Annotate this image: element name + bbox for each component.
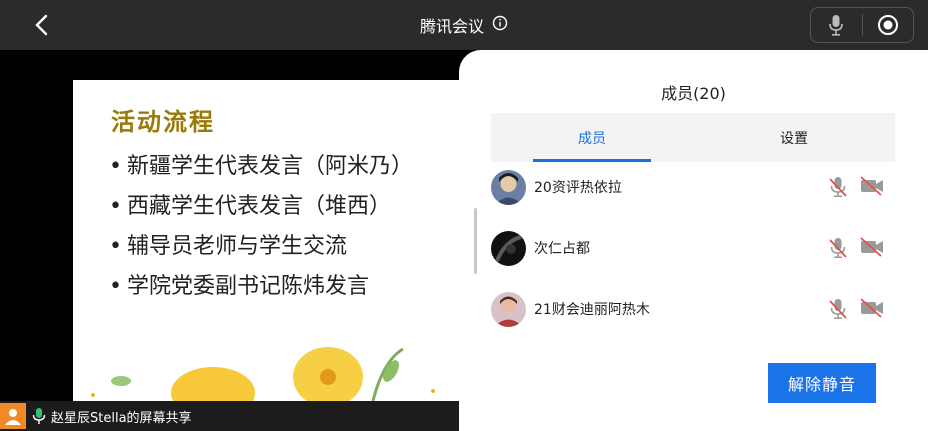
tab-members[interactable]: 成员 bbox=[491, 113, 693, 162]
camera-off-icon[interactable] bbox=[859, 298, 885, 320]
top-controls bbox=[810, 7, 914, 43]
member-row[interactable]: 次仁占都 bbox=[491, 228, 895, 268]
mic-muted-icon[interactable] bbox=[829, 298, 847, 320]
info-icon[interactable] bbox=[492, 15, 508, 35]
flower-decoration bbox=[91, 347, 435, 401]
camera-off-icon[interactable] bbox=[859, 176, 885, 198]
slide-list: • 新疆学生代表发言（阿米乃） • 西藏学生代表发言（堆西） • 辅导员老师与学生交流… bbox=[109, 152, 413, 312]
panel-title: 成员(20) bbox=[661, 84, 726, 103]
avatar bbox=[491, 230, 526, 266]
member-name: 20资评热依拉 bbox=[534, 180, 622, 196]
screen-share-bar: 赵星辰Stella的屏幕共享 bbox=[0, 401, 460, 431]
avatar bbox=[491, 169, 526, 205]
back-button[interactable] bbox=[26, 10, 56, 40]
user-icon bbox=[5, 409, 21, 425]
member-name: 21财会迪丽阿热木 bbox=[534, 302, 650, 318]
unmute-button[interactable]: 解除静音 bbox=[768, 363, 876, 403]
panel-tabs: 成员 设置 bbox=[491, 113, 895, 162]
members-panel: 成员(20) 成员 设置 20资评热依拉 次仁占都 21财会迪丽阿热木 解除静音 bbox=[459, 50, 928, 431]
slide-item: • 辅导员老师与学生交流 bbox=[109, 234, 348, 259]
slide-title: 活动流程 bbox=[111, 108, 215, 136]
microphone-icon bbox=[829, 15, 844, 36]
chevron-left-icon bbox=[35, 14, 48, 36]
camera-off-icon[interactable] bbox=[859, 237, 885, 259]
avatar bbox=[491, 291, 526, 327]
slide-item: • 西藏学生代表发言（堆西） bbox=[109, 194, 392, 219]
record-button[interactable] bbox=[863, 8, 914, 42]
share-label: 赵星辰Stella的屏幕共享 bbox=[51, 410, 192, 426]
top-bar: 腾讯会议 bbox=[0, 0, 928, 50]
record-icon bbox=[877, 15, 898, 35]
member-name: 次仁占都 bbox=[534, 241, 590, 257]
scrollbar[interactable] bbox=[474, 208, 477, 274]
app-title: 腾讯会议 bbox=[419, 17, 484, 36]
slide-item: • 学院党委副书记陈炜发言 bbox=[109, 274, 370, 299]
shared-screen: 活动流程 • 新疆学生代表发言（阿米乃） • 西藏学生代表发言（堆西） • 辅导员老师… bbox=[73, 80, 493, 401]
microphone-active-icon bbox=[32, 408, 46, 424]
member-row[interactable]: 20资评热依拉 bbox=[491, 167, 895, 207]
slide-item: • 新疆学生代表发言（阿米乃） bbox=[109, 154, 414, 179]
mic-muted-icon[interactable] bbox=[829, 176, 847, 198]
tab-settings[interactable]: 设置 bbox=[693, 113, 895, 162]
mic-muted-icon[interactable] bbox=[829, 237, 847, 259]
avatar bbox=[0, 403, 26, 429]
member-row[interactable]: 21财会迪丽阿热木 bbox=[491, 289, 895, 329]
microphone-button[interactable] bbox=[811, 8, 862, 42]
